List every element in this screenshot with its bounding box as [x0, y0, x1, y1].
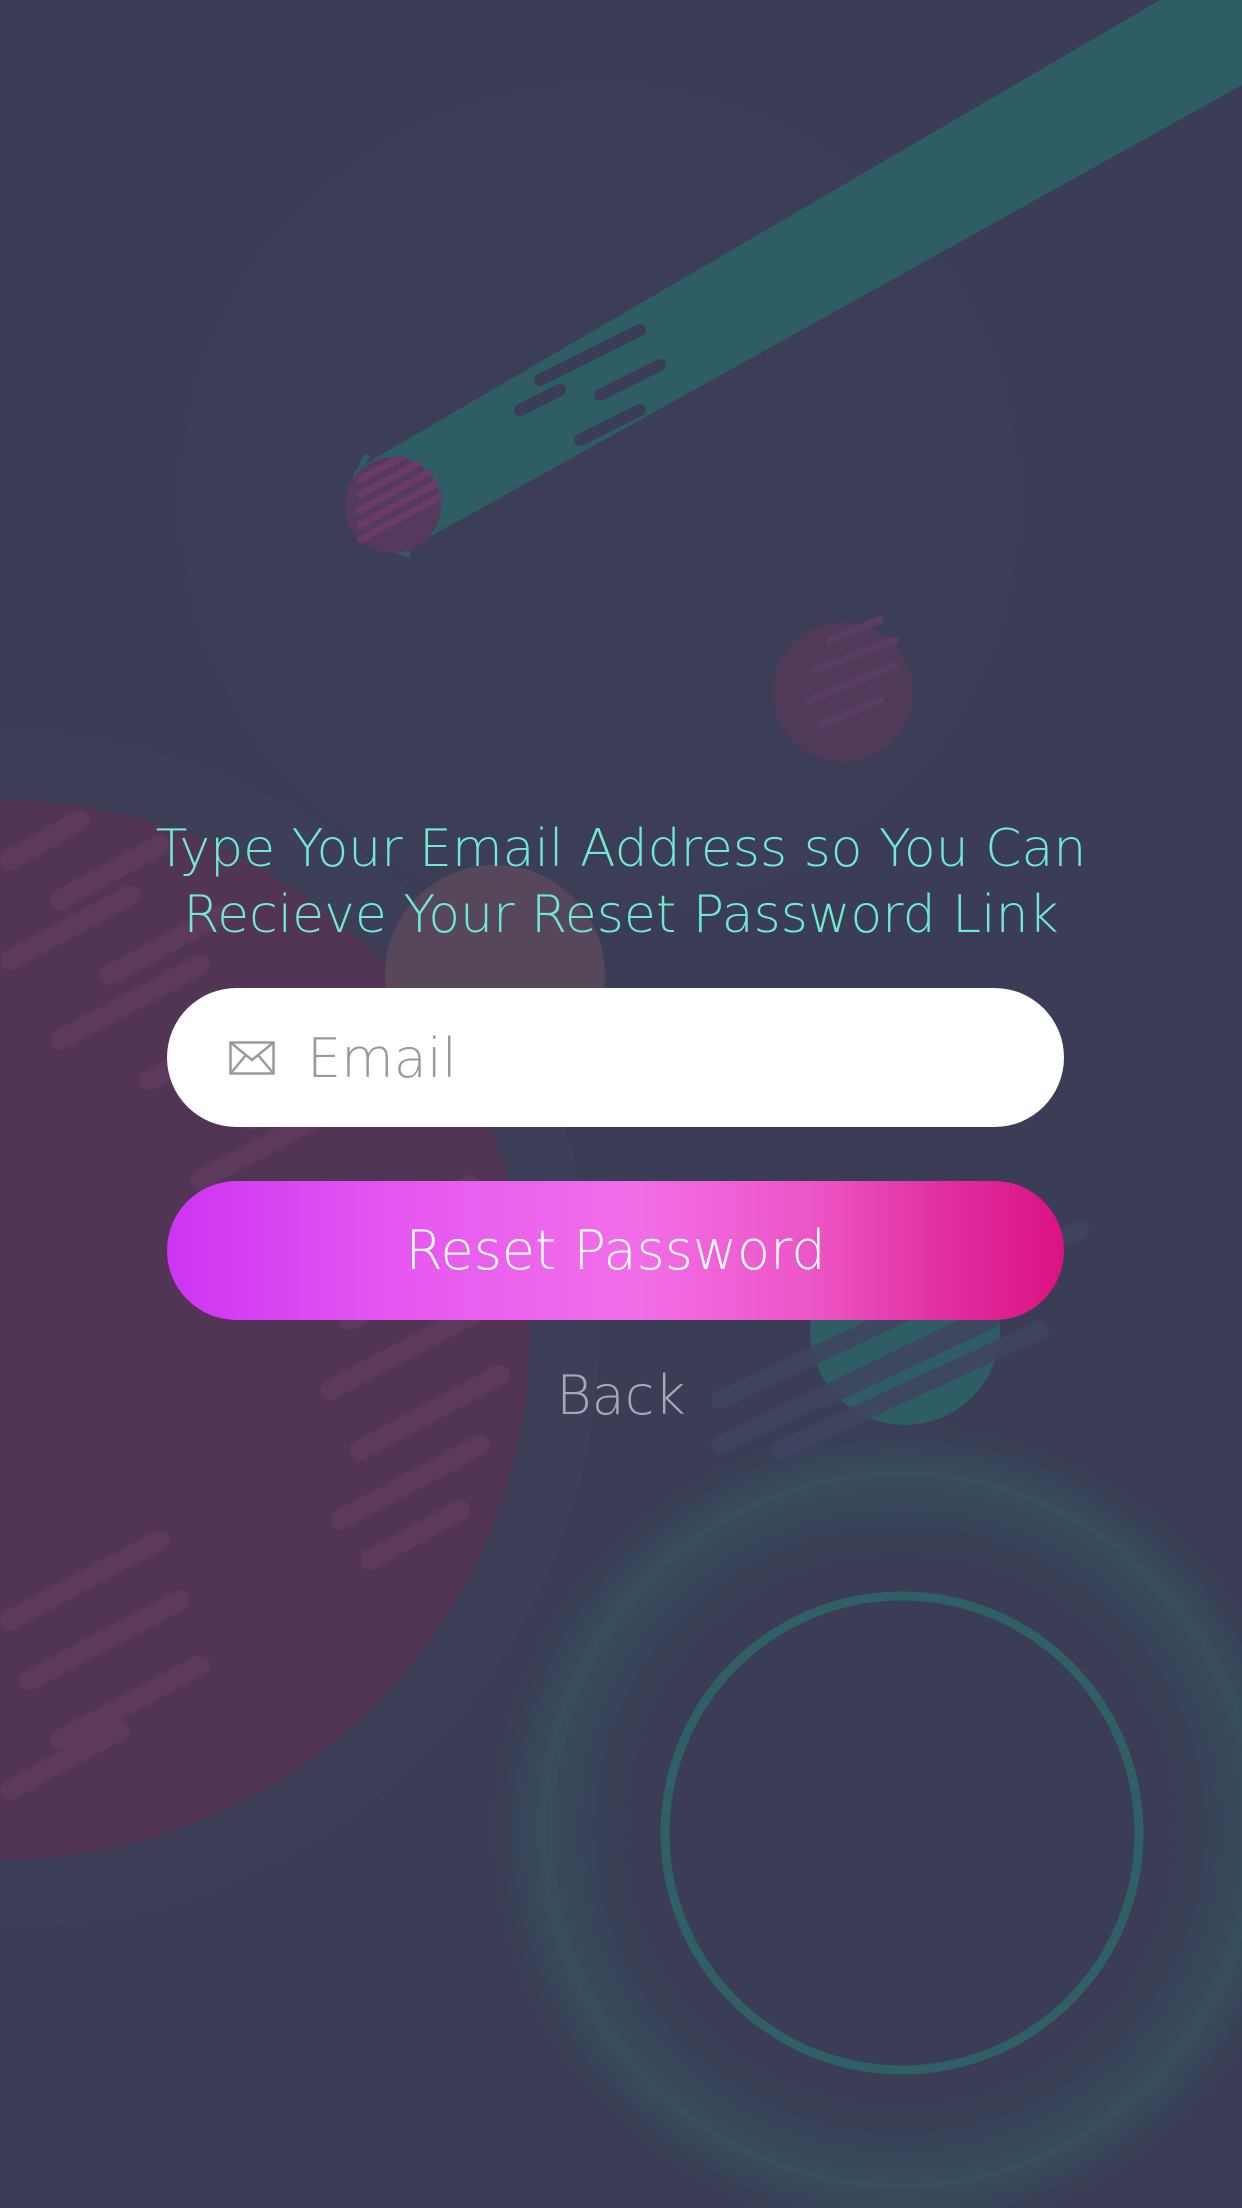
back-link-label: Back [556, 1364, 686, 1427]
reset-password-button[interactable]: Reset Password [167, 1181, 1064, 1320]
instruction-line-1: Type Your Email Address so You Can [155, 819, 1087, 879]
email-input[interactable] [305, 988, 1014, 1129]
envelope-icon [229, 1040, 275, 1075]
instruction-heading: Type Your Email Address so You Can Recie… [120, 816, 1122, 948]
reset-password-label: Reset Password [405, 1219, 826, 1282]
instruction-line-2: Recieve Your Reset Password Link [183, 885, 1059, 945]
email-field[interactable] [167, 988, 1064, 1129]
back-link[interactable]: Back [471, 1360, 771, 1430]
